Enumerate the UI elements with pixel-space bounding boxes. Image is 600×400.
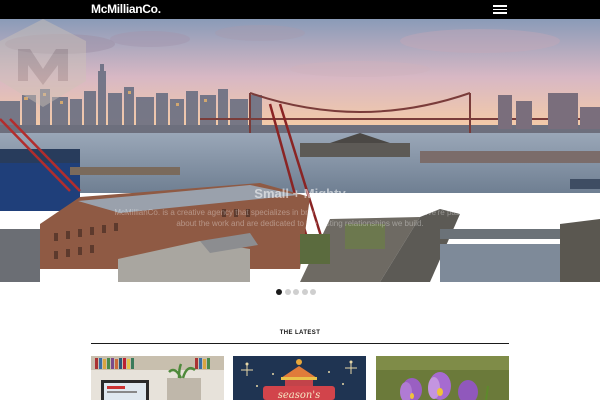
slide-dot-2[interactable] [284,289,291,295]
site-logo[interactable]: McMillianCo. [91,3,161,16]
seasons-greetings-thumbnail: season's [233,356,366,400]
top-navigation-bar: McMillianCo. [0,0,600,19]
latest-card-office-workspace[interactable] [91,356,224,400]
crocus-flowers-thumbnail [376,356,509,400]
seasons-card-text: season's [278,390,321,400]
slideshow-pagination [276,289,324,296]
hero-brand-mark-icon [0,19,86,107]
hero-slideshow: Small + Mighty McMillianCo. is a creativ… [0,19,600,282]
slide-dot-3[interactable] [293,289,299,295]
hamburger-menu-icon[interactable] [493,5,507,14]
latest-section-heading: THE LATEST [279,330,321,336]
latest-card-seasons-greetings[interactable]: season's [233,356,366,400]
hero-description: McMillianCo. is a creative agency that s… [114,208,486,228]
slide-dot-4[interactable] [301,289,308,295]
office-workspace-thumbnail [91,356,224,400]
section-divider [91,343,509,344]
hero-headline: Small + Mighty [254,186,346,201]
slide-dot-5[interactable] [310,289,316,295]
latest-card-crocus-flowers[interactable] [376,356,509,400]
hero-photo-brooklyn-waterfront [0,19,600,282]
slide-dot-1[interactable] [276,289,282,295]
